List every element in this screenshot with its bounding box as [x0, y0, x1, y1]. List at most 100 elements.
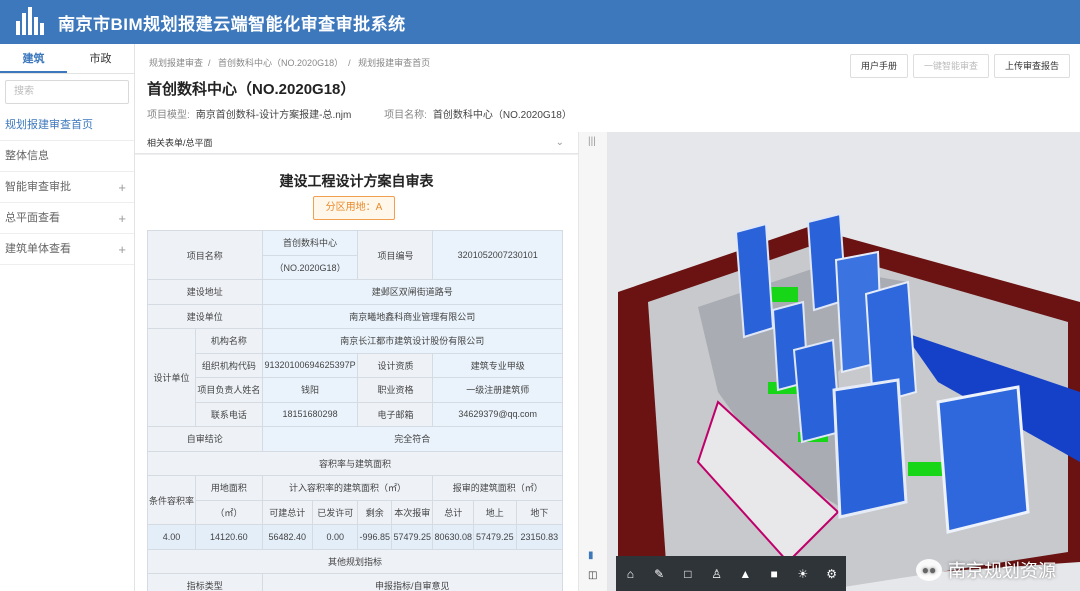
- sidebar-item-building-view[interactable]: 建筑单体查看 +: [0, 234, 134, 265]
- sidebar-item-label: 总平面查看: [5, 212, 60, 224]
- table-cell: 计入容积率的建筑面积（㎡）: [261, 475, 434, 501]
- table-cell: 地上: [472, 499, 517, 525]
- table-cell: 0.00: [311, 524, 359, 550]
- table-cell: 18151680298: [261, 401, 359, 427]
- table-cell: 申报指标/自审意见: [261, 573, 564, 591]
- table-cell: 34629379@qq.com: [432, 401, 563, 427]
- sidebar-item-site-plan[interactable]: 总平面查看 +: [0, 203, 134, 234]
- settings-icon[interactable]: ⚙: [823, 567, 841, 581]
- review-table: 项目名称 首创数科中心 项目编号 3201052007230101 （NO.20…: [146, 230, 564, 591]
- project-meta: 项目模型: 南京首创数科-设计方案报建-总.njm 项目名称: 首创数科中心（NO.…: [147, 106, 572, 121]
- table-cell: 指标类型: [147, 573, 263, 591]
- table-cell: （NO.2020G18）: [261, 254, 359, 280]
- upload-report-button[interactable]: 上传审查报告: [993, 54, 1070, 78]
- expand-plus-icon[interactable]: +: [118, 234, 126, 265]
- breadcrumb-item[interactable]: 首创数科中心（NO.2020G18）: [218, 58, 343, 68]
- search-input[interactable]: 搜索: [5, 80, 129, 104]
- table-cell: 57479.25: [472, 524, 517, 550]
- bim-model-scene[interactable]: [608, 132, 1080, 591]
- sidebar-item-smart-review[interactable]: 智能审查审批 +: [0, 172, 134, 203]
- table-cell: 自审结论: [147, 426, 263, 452]
- table-cell: 项目编号: [357, 230, 434, 280]
- section-header: 其他规划指标: [147, 548, 563, 574]
- measure-icon[interactable]: ✎: [650, 567, 668, 581]
- sun-icon[interactable]: ☀: [794, 567, 812, 581]
- action-buttons: 用户手册 一键智能审查 上传审查报告: [849, 54, 1070, 78]
- table-cell: 建邺区双闸街道路号: [261, 279, 564, 305]
- zone-tag[interactable]: 分区用地：A: [313, 196, 395, 220]
- table-cell: 首创数科中心: [261, 230, 359, 256]
- table-cell: 完全符合: [261, 426, 564, 452]
- table-cell: 钱阳: [261, 377, 359, 403]
- table-cell: 57479.25: [391, 524, 434, 550]
- form-panel: 相关表单/总平面 ⌄ 建设工程设计方案自审表 分区用地：A 项目名称 首创数科中…: [135, 132, 578, 591]
- table-cell: 91320100694625397P: [261, 352, 359, 378]
- wechat-icon: ●●: [916, 559, 942, 581]
- breadcrumb-item: 规划报建审查首页: [358, 58, 431, 68]
- table-cell: 职业资格: [357, 377, 434, 403]
- split-view-icon[interactable]: ◫: [588, 570, 597, 581]
- table-cell: 报审的建筑面积（㎡）: [432, 475, 563, 501]
- expand-plus-icon[interactable]: +: [118, 203, 126, 234]
- city-logo-icon: [14, 7, 50, 37]
- breadcrumb: 规划报建审查 / 首创数科中心（NO.2020G18） / 规划报建审查首页: [149, 58, 431, 68]
- table-cell: 电子邮箱: [357, 401, 434, 427]
- table-cell: 南京长江都市建筑设计股份有限公司: [261, 328, 564, 354]
- page-title: 首创数科中心（NO.2020G18）: [147, 81, 356, 98]
- person-icon[interactable]: ♙: [708, 567, 726, 581]
- form-title: 建设工程设计方案自审表: [279, 173, 434, 189]
- chevron-down-icon[interactable]: ⌄: [556, 132, 564, 154]
- app-header: 南京市BIM规划报建云端智能化审查审批系统: [0, 0, 1080, 44]
- table-cell: 已发许可: [311, 499, 359, 525]
- table-cell: 地下: [515, 499, 564, 525]
- single-view-icon[interactable]: ▮: [588, 550, 594, 561]
- table-cell: 总计: [432, 499, 474, 525]
- table-cell: （㎡）: [195, 499, 263, 525]
- home-icon[interactable]: ⌂: [621, 567, 639, 581]
- tab-municipal[interactable]: 市政: [67, 44, 134, 73]
- table-cell: 80630.08: [432, 524, 474, 550]
- sidebar: 建筑 市政 搜索 规划报建审查首页 整体信息 智能审查审批 + 总平面查看 + 建筑…: [0, 44, 135, 591]
- table-cell: 项目负责人姓名: [195, 377, 263, 403]
- table-cell: 4.00: [146, 524, 197, 550]
- main-content: 规划报建审查 / 首创数科中心（NO.2020G18） / 规划报建审查首页 用户手…: [135, 44, 1080, 591]
- app-title: 南京市BIM规划报建云端智能化审查审批系统: [58, 14, 406, 34]
- panel-header[interactable]: 相关表单/总平面 ⌄: [135, 132, 578, 154]
- table-cell: 设计单位: [146, 328, 197, 427]
- table-cell: 设计资质: [357, 352, 434, 378]
- project-name-value: 首创数科中心（NO.2020G18）: [432, 110, 572, 121]
- table-cell: 联系电话: [195, 401, 263, 427]
- section-box-icon[interactable]: □: [679, 567, 697, 581]
- tree-icon[interactable]: ▲: [736, 567, 754, 581]
- watermark-text: 南京规划资源: [948, 561, 1056, 581]
- model-value: 南京首创数科-设计方案报建-总.njm: [195, 110, 352, 121]
- table-cell: 南京曦地鑫科商业管理有限公司: [261, 303, 564, 329]
- sidebar-item-overall-info[interactable]: 整体信息: [0, 141, 134, 172]
- layer-icon[interactable]: ■: [765, 567, 783, 581]
- expand-plus-icon[interactable]: +: [118, 172, 126, 203]
- table-cell: 建筑专业甲级: [432, 352, 563, 378]
- viewer-toolbar: ⌂ ✎ □ ♙ ▲ ■ ☀ ⚙: [616, 556, 846, 591]
- smart-review-button[interactable]: 一键智能审查: [912, 54, 989, 78]
- breadcrumb-item[interactable]: 规划报建审查: [149, 58, 203, 68]
- table-cell: 剩余: [357, 499, 393, 525]
- table-cell: 用地面积: [195, 475, 263, 501]
- bim-3d-viewer[interactable]: ⌂ ✎ □ ♙ ▲ ■ ☀ ⚙ ●● 南京规划资源: [608, 132, 1080, 591]
- sidebar-tabs: 建筑 市政: [0, 44, 134, 74]
- table-cell: 23150.83: [515, 524, 564, 550]
- splitter[interactable]: ||| ▮ ◫: [578, 132, 608, 591]
- user-manual-button[interactable]: 用户手册: [849, 54, 908, 78]
- section-header: 容积率与建筑面积: [147, 450, 563, 476]
- tab-building[interactable]: 建筑: [0, 44, 67, 73]
- sidebar-item-label: 建筑单体查看: [5, 243, 71, 255]
- table-cell: 一级注册建筑师: [432, 377, 563, 403]
- table-cell: 14120.60: [195, 524, 263, 550]
- table-cell: 机构名称: [195, 328, 263, 354]
- model-label: 项目模型:: [147, 110, 190, 121]
- sidebar-item-review-home[interactable]: 规划报建审查首页: [0, 110, 134, 141]
- table-cell: 3201052007230101: [432, 230, 563, 280]
- drag-handle-icon[interactable]: |||: [588, 136, 596, 147]
- table-cell: 建设地址: [147, 279, 263, 305]
- table-cell: 可建总计: [261, 499, 313, 525]
- table-cell: -996.85: [357, 524, 393, 550]
